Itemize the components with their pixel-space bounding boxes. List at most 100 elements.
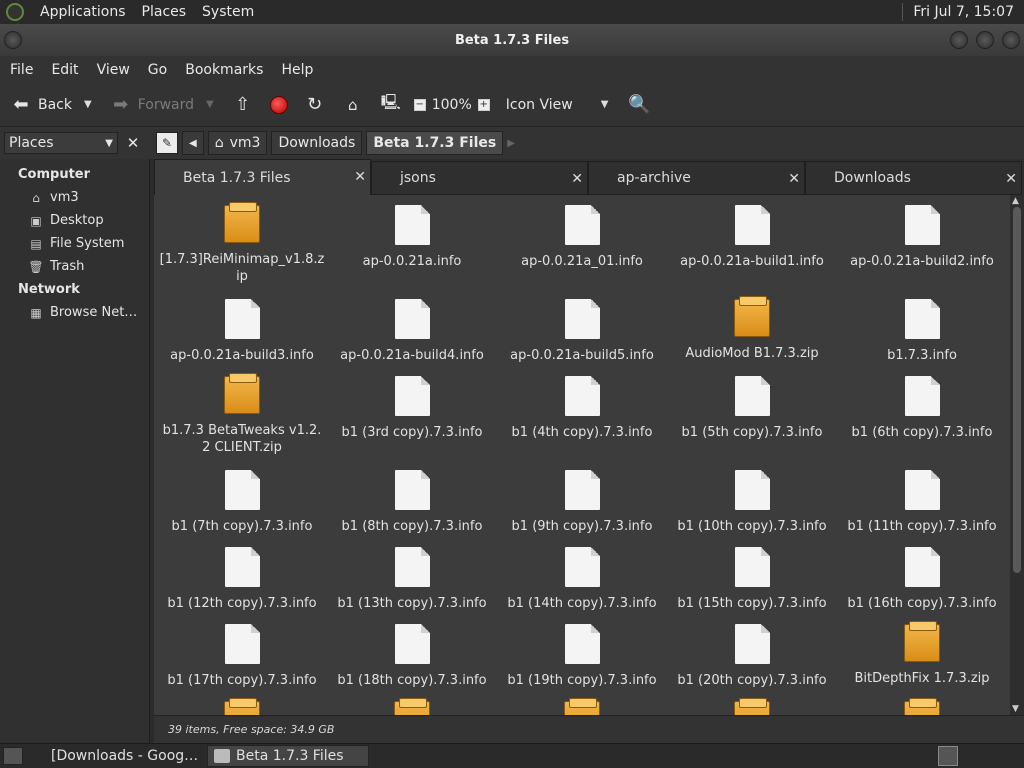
breadcrumb-back-arrow[interactable]: ◀ [182,131,204,155]
tab-jsons[interactable]: jsons ✕ [371,161,588,195]
scrollbar-thumb[interactable] [1013,207,1021,573]
taskbar-item-chrome[interactable]: [Downloads - Goog… [39,745,201,767]
sidebar-item-trash[interactable]: 🗑 Trash [0,255,149,278]
file-item[interactable]: [1.7.3]ReiMinimap_v1.8.zip [157,202,327,285]
menu-view[interactable]: View [88,62,139,78]
file-item[interactable]: AudioMod B1.7.3.zip [667,296,837,362]
file-item[interactable] [497,698,667,715]
close-icon[interactable]: ✕ [1005,171,1017,187]
file-item[interactable]: ap-0.0.21a-build3.info [157,299,327,364]
file-item[interactable]: b1 (13th copy).7.3.info [327,547,497,612]
file-item[interactable]: b1 (17th copy).7.3.info [157,624,327,689]
menu-edit[interactable]: Edit [42,62,87,78]
stop-button[interactable] [264,90,294,120]
file-item[interactable] [837,698,1007,715]
file-item[interactable]: b1 (7th copy).7.3.info [157,470,327,535]
breadcrumb-downloads[interactable]: Downloads [271,131,363,155]
menu-help[interactable]: Help [272,62,322,78]
file-item[interactable]: b1 (3rd copy).7.3.info [327,376,497,441]
scroll-up-arrow[interactable]: ▲ [1012,196,1019,206]
maximize-button[interactable] [976,31,994,49]
tab-downloads[interactable]: Downloads ✕ [805,161,1022,195]
forward-button[interactable]: ➡ Forward ▼ [104,90,220,120]
places-menu[interactable]: Places [134,4,195,20]
window-titlebar[interactable]: Beta 1.7.3 Files [0,24,1024,56]
forward-history-dropdown[interactable]: ▼ [206,99,214,110]
file-item[interactable]: b1.7.3.info [837,299,1007,364]
window-menu-button[interactable] [4,31,22,49]
applications-menu[interactable]: Applications [32,4,134,20]
file-item[interactable]: b1 (11th copy).7.3.info [837,470,1007,535]
file-item[interactable]: ap-0.0.21a-build1.info [667,205,837,270]
tab-beta-files[interactable]: Beta 1.7.3 Files ✕ [154,159,371,195]
view-mode-select[interactable]: Icon View ▼ [496,97,615,113]
menu-go[interactable]: Go [139,62,176,78]
file-item[interactable]: b1.7.3 BetaTweaks v1.2.2 CLIENT.zip [157,373,327,456]
scroll-down-arrow[interactable]: ▼ [1012,704,1019,714]
show-desktop-button[interactable] [3,747,23,765]
file-item[interactable] [157,698,327,715]
clock[interactable]: Fri Jul 7, 15:07 [902,3,1020,21]
close-icon[interactable]: ✕ [788,171,800,187]
file-item[interactable]: BitDepthFix 1.7.3.zip [837,621,1007,687]
taskbar-item-files[interactable]: Beta 1.7.3 Files [207,745,369,767]
file-item[interactable]: b1 (9th copy).7.3.info [497,470,667,535]
sidebar-item-file-system[interactable]: ▤ File System [0,232,149,255]
file-item[interactable] [327,698,497,715]
breadcrumb-label: vm3 [229,135,261,151]
sidebar-mode-select[interactable]: Places ▼ [4,132,118,154]
file-item[interactable]: b1 (4th copy).7.3.info [497,376,667,441]
file-item[interactable]: ap-0.0.21a-build4.info [327,299,497,364]
file-name: AudioMod B1.7.3.zip [685,346,819,361]
file-item[interactable]: b1 (16th copy).7.3.info [837,547,1007,612]
close-icon[interactable]: ✕ [354,169,366,185]
up-button[interactable]: ⇧ [226,90,260,120]
file-item[interactable]: ap-0.0.21a_01.info [497,205,667,270]
file-item[interactable]: b1 (18th copy).7.3.info [327,624,497,689]
archive-icon [564,698,600,715]
file-item[interactable]: b1 (19th copy).7.3.info [497,624,667,689]
file-item[interactable]: b1 (14th copy).7.3.info [497,547,667,612]
sidebar-item-browse-network[interactable]: ▦ Browse Net… [0,301,149,324]
edit-location-icon[interactable]: ✎ [156,132,178,154]
file-item[interactable]: b1 (5th copy).7.3.info [667,376,837,441]
file-name: b1 (3rd copy).7.3.info [341,425,483,440]
reload-button[interactable]: ↻ [298,90,332,120]
zoom-level[interactable]: 100% [432,97,472,113]
menu-bookmarks[interactable]: Bookmarks [176,62,272,78]
search-button[interactable]: 🔍 [622,90,662,120]
document-icon [224,299,260,339]
back-history-dropdown[interactable]: ▼ [84,99,92,110]
close-window-button[interactable] [1002,31,1020,49]
desktop-icon: ▣ [30,213,42,228]
file-item[interactable]: ap-0.0.21a.info [327,205,497,270]
file-item[interactable]: ap-0.0.21a-build5.info [497,299,667,364]
zoom-out-button[interactable]: − [413,98,426,111]
breadcrumb-vm3[interactable]: ⌂ vm3 [207,131,268,155]
menu-file[interactable]: File [0,62,42,78]
tab-ap-archive[interactable]: ap-archive ✕ [588,161,805,195]
file-item[interactable]: b1 (10th copy).7.3.info [667,470,837,535]
file-item[interactable]: b1 (15th copy).7.3.info [667,547,837,612]
file-item[interactable] [667,698,837,715]
close-sidebar-icon[interactable]: ✕ [122,132,144,154]
computer-button[interactable]: 🖳 [374,90,408,120]
file-item[interactable]: b1 (6th copy).7.3.info [837,376,1007,441]
close-icon[interactable]: ✕ [571,171,583,187]
breadcrumb-current[interactable]: Beta 1.7.3 Files [366,131,504,155]
breadcrumb-forward-arrow[interactable]: ▶ [507,138,515,149]
home-button[interactable]: ⌂ [336,90,370,120]
file-item[interactable]: b1 (20th copy).7.3.info [667,624,837,689]
system-menu[interactable]: System [194,4,262,20]
file-item[interactable]: b1 (12th copy).7.3.info [157,547,327,612]
zoom-in-button[interactable]: + [477,98,490,111]
workspace-switcher-icon[interactable] [938,746,958,766]
sidebar-item-desktop[interactable]: ▣ Desktop [0,209,149,232]
file-item[interactable]: ap-0.0.21a-build2.info [837,205,1007,270]
sidebar-item-vm3[interactable]: ⌂ vm3 [0,186,149,209]
back-button[interactable]: ⬅ Back ▼ [4,90,98,120]
vertical-scrollbar[interactable]: ▲ ▼ [1010,195,1024,715]
file-item[interactable]: b1 (8th copy).7.3.info [327,470,497,535]
distro-logo-icon[interactable] [6,3,24,21]
minimize-button[interactable] [950,31,968,49]
